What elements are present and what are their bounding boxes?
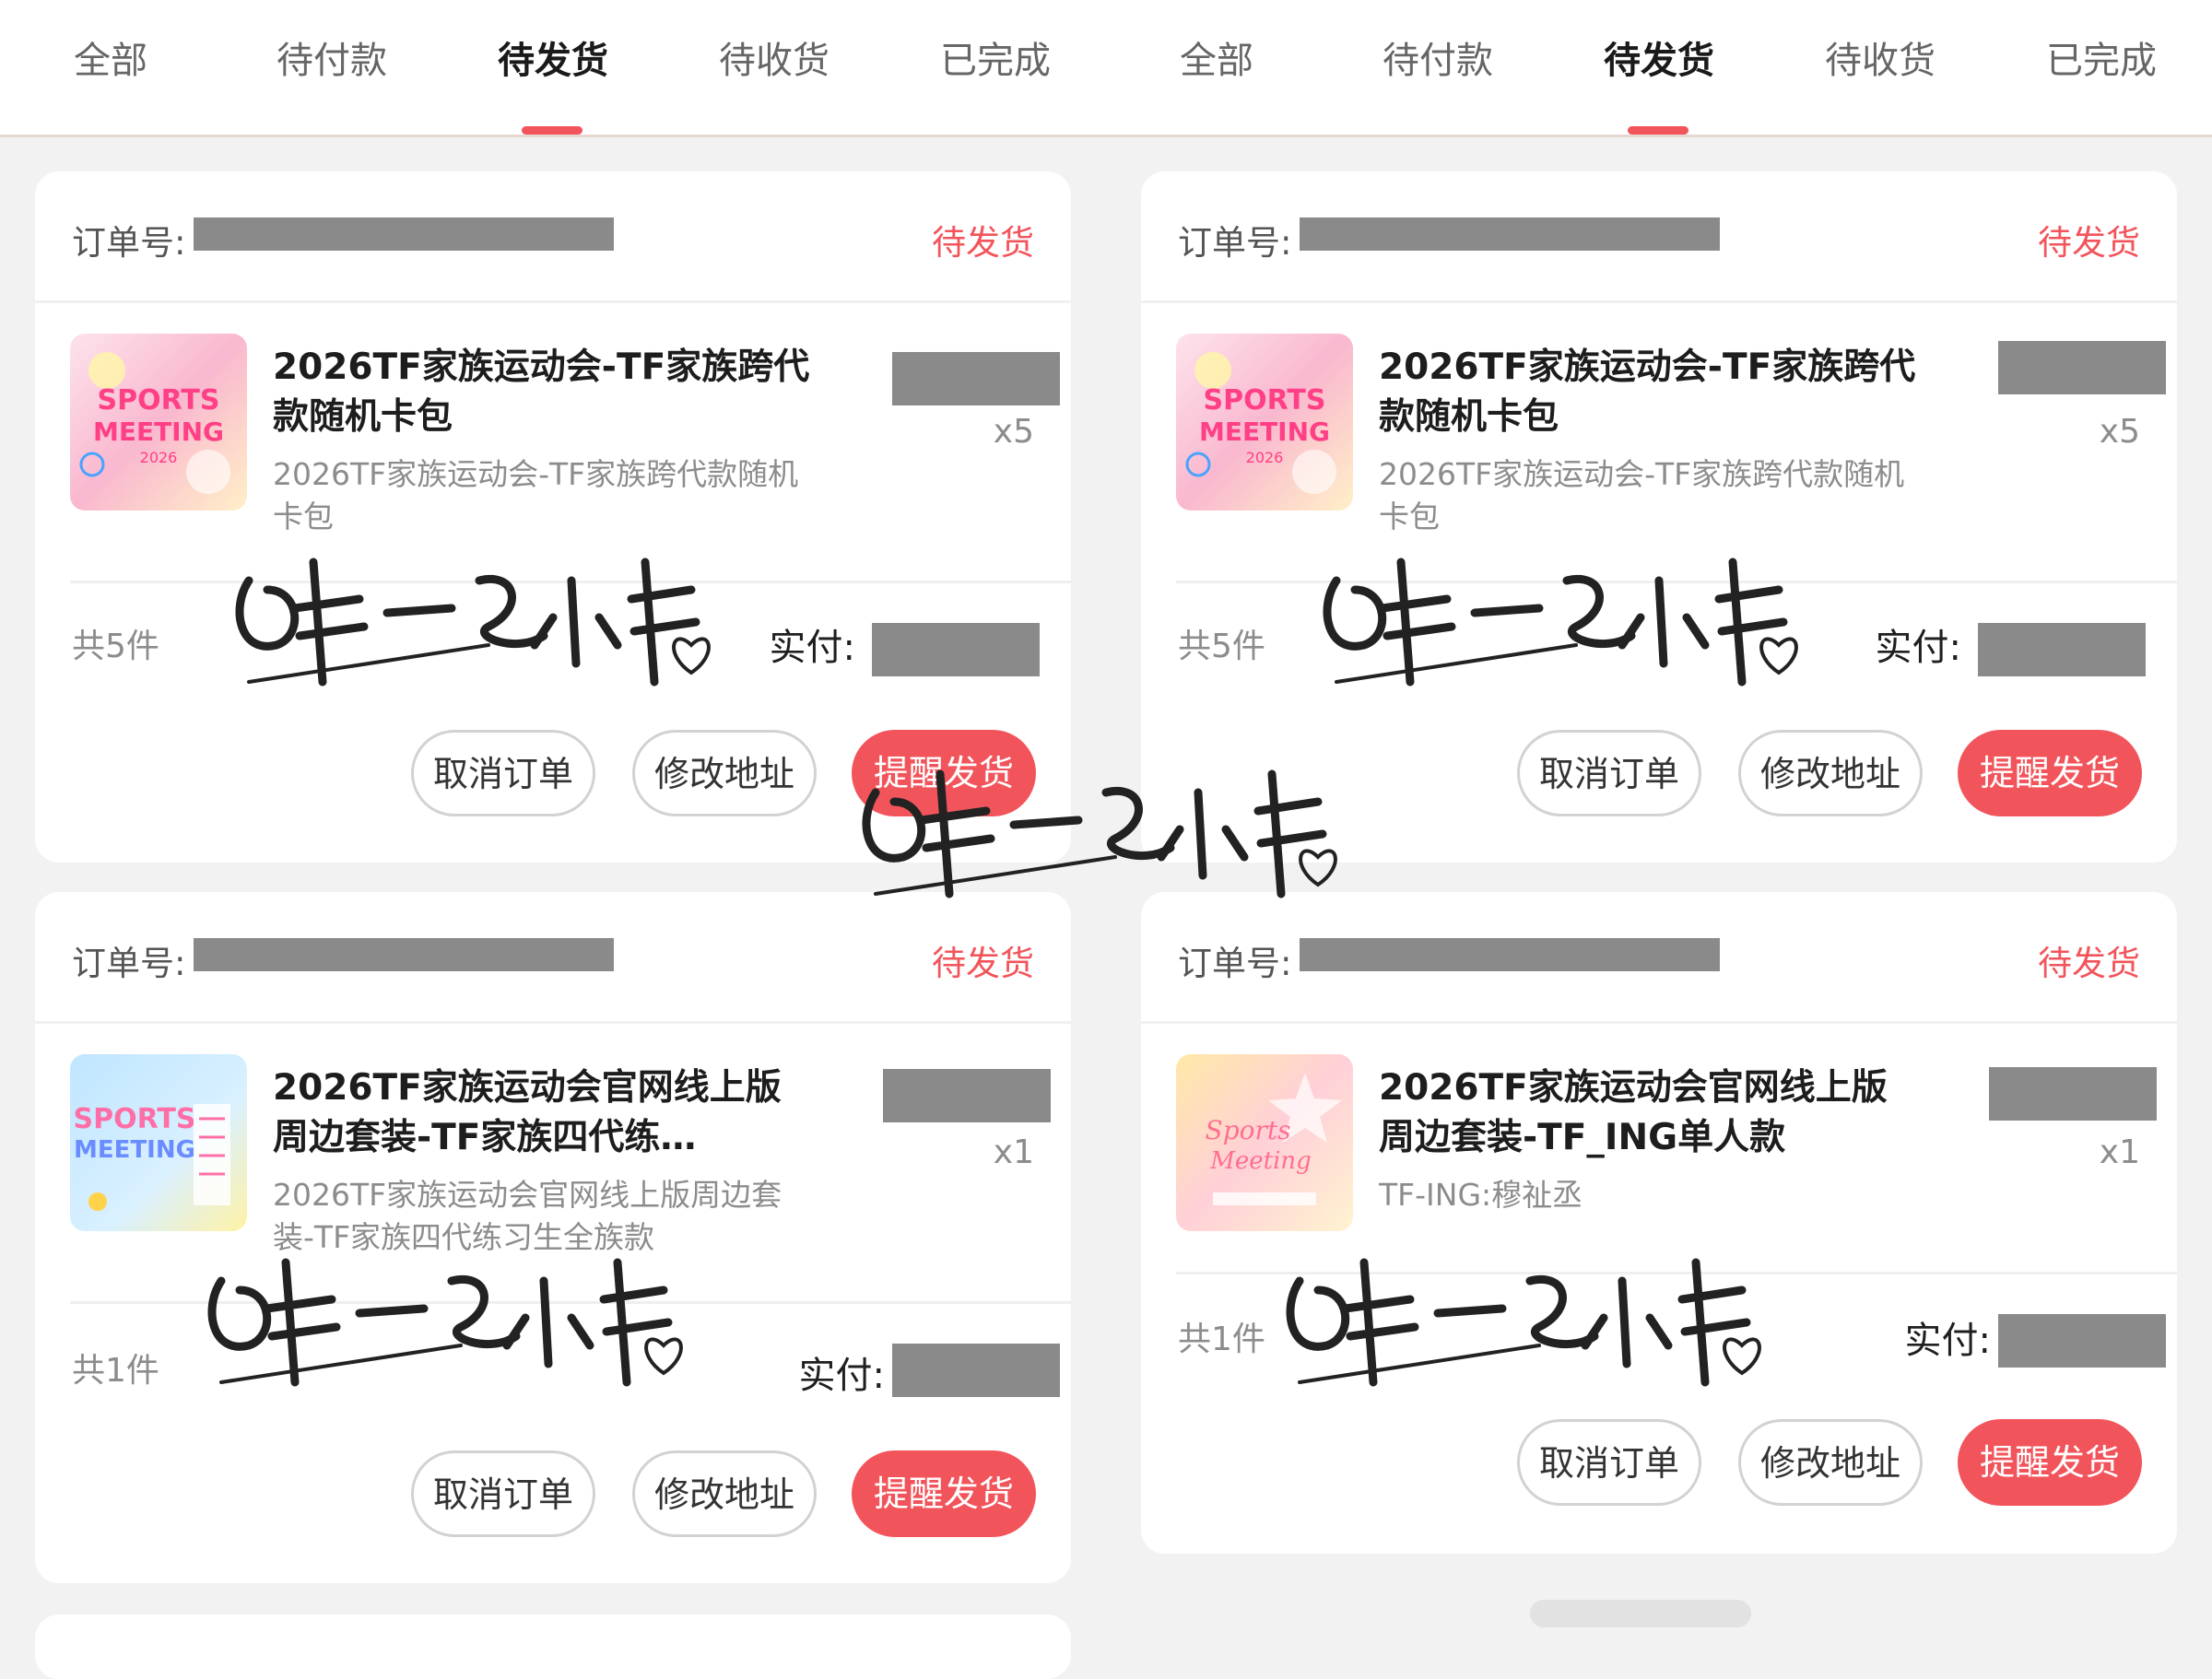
order-header: 订单号: 待发货 (35, 171, 1071, 303)
edit-address-button[interactable]: 修改地址 (1738, 1419, 1923, 1506)
tab-all[interactable]: 全部 (0, 33, 221, 88)
tab-pending-shipment[interactable]: 待发货 (442, 33, 664, 88)
paid-amount-redacted (1978, 623, 2146, 676)
edit-address-button[interactable]: 修改地址 (632, 1450, 817, 1537)
product-quantity: x1 (993, 1133, 1034, 1171)
order-number-redacted (1300, 938, 1720, 971)
remind-shipment-button[interactable]: 提醒发货 (852, 730, 1036, 816)
product-spec: 2026TF家族运动会官网线上版周边套装-TF家族四代练习生全族款 (273, 1177, 782, 1255)
order-tabs: 全部 待付款 待发货 待收货 已完成 (0, 0, 1106, 137)
divider (1176, 1272, 2177, 1274)
order-header: 订单号: 待发货 (1141, 892, 2177, 1024)
tab-pending-payment[interactable]: 待付款 (1327, 33, 1548, 88)
corner-watermark (1530, 1600, 1751, 1627)
product-title[interactable]: 2026TF家族运动会官网线上版周边套装-TF家族四代练… (273, 1063, 817, 1163)
order-status: 待发货 (2038, 944, 2140, 983)
edit-address-button[interactable]: 修改地址 (632, 730, 817, 816)
product-image[interactable]: SPORTS MEETING 2026 (1176, 334, 1353, 511)
order-number-label: 订单号: (1178, 223, 1292, 263)
product-image[interactable]: Sports Meeting (1176, 1054, 1353, 1231)
product-spec: TF-ING:穆祉丞 (1379, 1177, 1583, 1213)
price-redacted (892, 352, 1060, 405)
remind-shipment-button[interactable]: 提醒发货 (852, 1450, 1036, 1537)
tab-pending-receipt[interactable]: 待收货 (664, 33, 885, 88)
order-card[interactable]: 订单号: 待发货 SPORTS MEETING 2026 2026TF家族运动会… (1141, 171, 2177, 863)
order-status: 待发货 (932, 223, 1034, 263)
divider (1176, 581, 2177, 583)
svg-text:Sports: Sports (1206, 1115, 1291, 1145)
item-count: 共5件 (1178, 628, 1265, 665)
item-count: 共1件 (1178, 1321, 1265, 1358)
paid-amount-redacted (892, 1344, 1060, 1397)
svg-text:MEETING: MEETING (1199, 417, 1330, 447)
product-quantity: x5 (2099, 413, 2140, 451)
svg-text:2026: 2026 (1246, 449, 1284, 466)
order-number-redacted (194, 217, 614, 251)
product-title[interactable]: 2026TF家族运动会-TF家族跨代款随机卡包 (1379, 343, 1923, 442)
order-card[interactable]: 订单号: 待发货 SPORTS MEETING 2026TF家族运动会官网线上版… (35, 892, 1071, 1583)
order-header: 订单号: 待发货 (1141, 171, 2177, 303)
item-count: 共1件 (72, 1352, 159, 1390)
order-tabs: 全部 待付款 待发货 待收货 已完成 (1106, 0, 2212, 137)
order-number-label: 订单号: (72, 944, 186, 983)
order-header: 订单号: 待发货 (35, 892, 1071, 1024)
svg-text:MEETING: MEETING (93, 417, 224, 447)
tab-all[interactable]: 全部 (1106, 33, 1327, 88)
svg-text:Meeting: Meeting (1209, 1147, 1312, 1175)
paid-amount-redacted (872, 623, 1040, 676)
active-tab-indicator (522, 126, 582, 135)
svg-text:MEETING: MEETING (74, 1136, 195, 1164)
paid-label: 实付: (798, 1355, 885, 1397)
order-number-redacted (194, 938, 614, 971)
price-redacted (883, 1069, 1051, 1122)
paid-label: 实付: (1875, 627, 1961, 669)
cancel-order-button[interactable]: 取消订单 (411, 1450, 595, 1537)
paid-amount-redacted (1998, 1314, 2166, 1368)
order-card[interactable]: 订单号: 待发货 SPORTS MEETING 2026 2026TF家族运动会… (35, 171, 1071, 863)
svg-text:2026: 2026 (140, 449, 178, 466)
tab-pending-payment[interactable]: 待付款 (221, 33, 442, 88)
tab-pending-shipment[interactable]: 待发货 (1548, 33, 1770, 88)
product-image[interactable]: SPORTS MEETING (70, 1054, 247, 1231)
paid-label: 实付: (769, 627, 855, 669)
cancel-order-button[interactable]: 取消订单 (1517, 1419, 1701, 1506)
remind-shipment-button[interactable]: 提醒发货 (1958, 1419, 2142, 1506)
divider (70, 581, 1071, 583)
product-title[interactable]: 2026TF家族运动会官网线上版周边套装-TF_ING单人款 (1379, 1063, 1923, 1163)
active-tab-indicator (1628, 126, 1688, 135)
svg-text:SPORTS: SPORTS (98, 384, 220, 417)
screenshot-right: 全部 待付款 待发货 待收货 已完成 订单号: 待发货 SPORTS MEETI… (1106, 0, 2212, 1659)
remind-shipment-button[interactable]: 提醒发货 (1958, 730, 2142, 816)
svg-text:SPORTS: SPORTS (1204, 384, 1326, 417)
svg-text:SPORTS: SPORTS (74, 1103, 196, 1135)
product-title[interactable]: 2026TF家族运动会-TF家族跨代款随机卡包 (273, 343, 817, 442)
price-redacted (1989, 1067, 2157, 1121)
order-number-label: 订单号: (72, 223, 186, 263)
product-spec: 2026TF家族运动会-TF家族跨代款随机卡包 (273, 456, 799, 534)
product-spec: 2026TF家族运动会-TF家族跨代款随机卡包 (1379, 456, 1905, 534)
product-quantity: x5 (993, 413, 1034, 451)
edit-address-button[interactable]: 修改地址 (1738, 730, 1923, 816)
order-number-label: 订单号: (1178, 944, 1292, 983)
paid-label: 实付: (1904, 1320, 1991, 1362)
cancel-order-button[interactable]: 取消订单 (411, 730, 595, 816)
screenshot-left: 全部 待付款 待发货 待收货 已完成 订单号: 待发货 SPORTS MEETI… (0, 0, 1106, 1679)
item-count: 共5件 (72, 628, 159, 665)
price-redacted (1998, 341, 2166, 394)
order-card[interactable]: 订单号: 待发货 Sports Meeting 2026TF家族运动会官网线上版… (1141, 892, 2177, 1554)
order-number-redacted (1300, 217, 1720, 251)
next-order-card-edge (35, 1614, 1071, 1679)
order-status: 待发货 (2038, 223, 2140, 263)
product-image[interactable]: SPORTS MEETING 2026 (70, 334, 247, 511)
tab-pending-receipt[interactable]: 待收货 (1770, 33, 1991, 88)
product-quantity: x1 (2099, 1133, 2140, 1171)
tab-completed[interactable]: 已完成 (885, 33, 1106, 88)
cancel-order-button[interactable]: 取消订单 (1517, 730, 1701, 816)
order-status: 待发货 (932, 944, 1034, 983)
tab-completed[interactable]: 已完成 (1991, 33, 2212, 88)
divider (70, 1301, 1071, 1304)
